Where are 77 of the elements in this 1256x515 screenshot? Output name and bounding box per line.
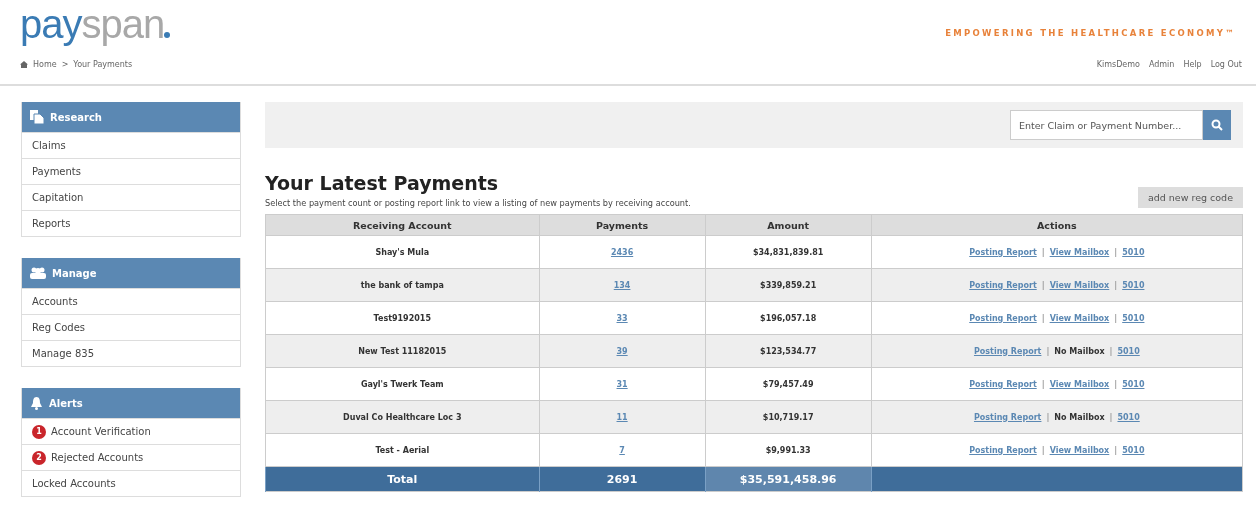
- header-link[interactable]: Help: [1183, 60, 1202, 69]
- action-link[interactable]: 5010: [1117, 346, 1140, 356]
- link-separator: |: [1114, 313, 1118, 323]
- breadcrumb-link[interactable]: Your Payments: [73, 60, 133, 69]
- column-header: Amount: [705, 214, 872, 236]
- page-subtitle: Select the payment count or posting report link to view a listing of new payments by receiving account.: [265, 198, 691, 208]
- action-link[interactable]: View Mailbox: [1049, 445, 1110, 455]
- link-separator: |: [1109, 412, 1113, 422]
- action-link[interactable]: View Mailbox: [1049, 313, 1110, 323]
- panel-title: Research: [50, 111, 102, 123]
- table-cell: $339,859.21: [705, 268, 872, 302]
- link-separator: |: [1114, 247, 1118, 257]
- column-header: Receiving Account: [265, 214, 540, 236]
- action-link[interactable]: 5010: [1122, 313, 1145, 323]
- link-separator: |: [1114, 280, 1118, 290]
- table-cell: the bank of tampa: [265, 268, 540, 302]
- action-link[interactable]: View Mailbox: [1049, 379, 1110, 389]
- search-icon: [1211, 119, 1223, 131]
- tagline: EMPOWERING THE HEALTHCARE ECONOMY™: [945, 28, 1236, 38]
- column-header: Payments: [539, 214, 706, 236]
- panel-title: Alerts: [49, 397, 83, 409]
- action-link[interactable]: 5010: [1122, 247, 1145, 257]
- header-link[interactable]: KimsDemo: [1096, 60, 1140, 69]
- table-cell: $10,719.17: [705, 400, 872, 434]
- action-link[interactable]: View Mailbox: [1049, 247, 1110, 257]
- action-link[interactable]: Posting Report: [969, 280, 1037, 290]
- link-separator: |: [1114, 445, 1118, 455]
- home-icon: [20, 61, 28, 68]
- link-separator: |: [1041, 379, 1045, 389]
- column-header: Actions: [871, 214, 1243, 236]
- payment-count-link[interactable]: 11: [616, 412, 628, 422]
- link-separator: |: [1109, 346, 1113, 356]
- header-link[interactable]: Admin: [1148, 60, 1175, 69]
- payment-count-link[interactable]: 33: [616, 313, 628, 323]
- payment-count-link[interactable]: 7: [619, 445, 625, 455]
- add-reg-code-button[interactable]: add new reg code: [1137, 187, 1243, 208]
- action-link[interactable]: Posting Report: [969, 247, 1037, 257]
- payment-count-link[interactable]: 39: [616, 346, 628, 356]
- header-link[interactable]: Log Out: [1210, 60, 1242, 69]
- link-separator: |: [1041, 280, 1045, 290]
- action-link[interactable]: 5010: [1122, 379, 1145, 389]
- action-link[interactable]: Posting Report: [973, 412, 1042, 422]
- payment-count-link[interactable]: 2436: [610, 247, 634, 257]
- breadcrumb-link[interactable]: Home: [33, 60, 57, 69]
- dot-icon: [164, 32, 171, 38]
- action-link[interactable]: Posting Report: [969, 313, 1037, 323]
- count-badge: 2: [32, 450, 46, 465]
- bell-icon: [30, 396, 43, 410]
- action-link[interactable]: Posting Report: [973, 346, 1042, 356]
- action-status: No Mailbox: [1054, 412, 1105, 422]
- action-link[interactable]: Posting Report: [969, 445, 1037, 455]
- action-link[interactable]: View Mailbox: [1049, 280, 1110, 290]
- link-separator: |: [1046, 346, 1050, 356]
- link-separator: |: [1041, 247, 1045, 257]
- page-title: Your Latest Payments: [265, 172, 500, 194]
- action-link[interactable]: 5010: [1122, 445, 1145, 455]
- breadcrumb-separator: >: [61, 60, 69, 69]
- table-cell: Duval Co Healthcare Loc 3: [265, 400, 540, 434]
- link-separator: |: [1046, 412, 1050, 422]
- logo[interactable]: payspan: [20, 2, 171, 47]
- link-separator: |: [1041, 313, 1045, 323]
- panel-title: Manage: [52, 267, 97, 279]
- action-link[interactable]: Posting Report: [969, 379, 1037, 389]
- documents-icon: [30, 110, 44, 124]
- count-badge: 1: [32, 424, 46, 439]
- search-button[interactable]: [1203, 110, 1231, 140]
- payment-count-link[interactable]: 134: [613, 280, 631, 290]
- payment-count-link[interactable]: 31: [616, 379, 628, 389]
- group-icon: [30, 267, 46, 279]
- action-link[interactable]: 5010: [1122, 280, 1145, 290]
- action-link[interactable]: 5010: [1117, 412, 1140, 422]
- link-separator: |: [1041, 445, 1045, 455]
- search-field[interactable]: Enter Claim or Payment Number...: [1010, 110, 1203, 140]
- action-status: No Mailbox: [1054, 346, 1105, 356]
- link-separator: |: [1114, 379, 1118, 389]
- table-cell: New Test 11182015: [265, 334, 540, 368]
- table-cell: $123,534.77: [705, 334, 872, 368]
